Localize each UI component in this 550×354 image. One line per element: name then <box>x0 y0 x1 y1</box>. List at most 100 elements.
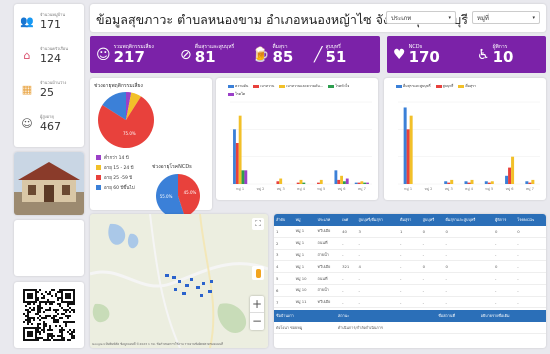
legend-swatch <box>228 84 234 88</box>
qr-module <box>65 309 67 311</box>
column-header[interactable]: ชื่อบ้านเก่า <box>274 310 336 323</box>
qr-code[interactable] <box>14 282 84 348</box>
table-cell: - <box>397 284 421 297</box>
qr-module <box>37 323 39 325</box>
qr-module <box>61 317 63 319</box>
legend-text: โรคหัวใจ <box>335 84 350 88</box>
table-row[interactable]: 3 หมู่ 1 ถ่ายน้ำ - - - - - - - <box>274 249 546 262</box>
table-row[interactable]: 7 หมู่ 11 ทวีปเอีย - - - - - - - <box>274 296 546 309</box>
bar-legend-item[interactable]: ดื่มสุราและสูบบุหรี่ <box>396 83 431 89</box>
table-row[interactable]: 6 หมู่ 10 ถ่ายน้ำ - - - - - - - <box>274 284 546 297</box>
bar-legend-item[interactable]: โรคไต <box>228 91 245 97</box>
qr-module <box>69 333 71 335</box>
column-header[interactable]: หมู่ <box>293 214 316 226</box>
qr-module <box>33 309 35 311</box>
zoom-out-button[interactable]: − <box>250 313 264 330</box>
village-map[interactable]: ⛶ + − Google แป้นพิมพ์ลัด ข้อมูลแผนที่ ©… <box>90 214 268 348</box>
bar-legend-item[interactable]: เบาหวาน <box>253 83 274 89</box>
column-header[interactable]: ชื่อสถานที่ <box>436 310 479 323</box>
column-header[interactable]: สูบบุหรี่/ดื่มสุรา <box>356 214 398 226</box>
column-header[interactable]: ผู้พิการ <box>493 214 516 226</box>
qr-module <box>43 301 45 303</box>
pie-legend-item: ต่ำกว่า 14 ปี <box>96 154 135 161</box>
fullscreen-button[interactable]: ⛶ <box>252 218 264 230</box>
legend-text: เบาหวาน <box>260 84 275 88</box>
qr-module <box>71 309 73 311</box>
qr-module <box>59 305 61 307</box>
bar-legend-item[interactable]: ดื่มสุรา <box>458 83 476 89</box>
stat-value: 171 <box>40 18 61 31</box>
qr-module <box>25 309 27 311</box>
chevron-down-icon: ▾ <box>448 14 451 21</box>
qr-module <box>61 327 63 329</box>
bar <box>406 129 410 184</box>
store-icon: ▦ <box>21 82 33 96</box>
qr-module <box>27 323 29 325</box>
bar-legend-item[interactable]: เบาหวานและความดัน... <box>279 83 323 89</box>
legend-swatch <box>328 84 335 88</box>
home-data-table: ชื่อบ้านเก่า สถานะ ชื่อสถานที่ อธิบายรายชื่… <box>274 310 546 335</box>
bar-legend-item[interactable]: โรคหัวใจ <box>328 83 349 89</box>
x-tick-label: หมู่ 4 <box>297 187 306 191</box>
type-filter-dropdown[interactable]: ประเภท ▾ <box>386 11 456 24</box>
qr-module <box>39 323 41 325</box>
stat-0: 👥 จำนวนหมู่บ้าน 171 <box>14 4 84 38</box>
qr-module <box>53 321 55 323</box>
table-row[interactable]: 1 หมู่ 1 ทวีปเอีย 40 3 1 0 0 0 0 <box>274 226 546 238</box>
qr-module <box>39 327 41 329</box>
pie2-title: ช่วงอายุโรคNCDs <box>152 164 192 170</box>
qr-module <box>39 303 41 305</box>
qr-module <box>63 339 65 341</box>
band-item-0: ☺ รวมพฤติกรรมเสี่ยง 217 <box>90 36 174 73</box>
village-filter-dropdown[interactable]: หมู่ที่ ▾ <box>472 11 540 24</box>
qr-module <box>47 309 49 311</box>
qr-module <box>37 309 39 311</box>
header-bar: ข้อมูลสุขภาวะ ตำบลหนองขาม อำเภอหนองหญ้าไ… <box>90 4 546 32</box>
bar-legend-item[interactable]: สูบบุหรี่ <box>435 83 453 89</box>
table-row[interactable]: 5 หมู่ 10 ถนนที่ - - - - - - - <box>274 272 546 285</box>
qr-module <box>69 307 71 309</box>
zoom-in-button[interactable]: + <box>250 296 264 313</box>
table-cell: - <box>340 272 357 285</box>
qr-module <box>57 339 59 341</box>
qr-module <box>43 321 45 323</box>
column-header[interactable]: โรคNCDs <box>515 214 546 226</box>
table-cell: 4 <box>356 260 398 274</box>
qr-module <box>63 337 65 339</box>
table-row[interactable]: 2 หมู่ 1 ถนนที่ - - - - - - - <box>274 237 546 250</box>
column-header[interactable]: ดื่มสุราและสูบบุหรี่ <box>443 214 494 226</box>
column-header[interactable]: เพศ <box>340 214 357 226</box>
table-cell: - <box>420 284 444 297</box>
map-canvas[interactable] <box>90 214 268 348</box>
qr-module <box>65 311 67 313</box>
table-cell: ทวีปเอีย <box>315 226 341 238</box>
table-cell: - <box>356 237 398 250</box>
table-row[interactable]: 4 หมู่ 1 ทวีปเอีย 321 4-0 0 0- <box>274 260 546 274</box>
column-header[interactable]: ดื่มสุรา <box>397 214 421 226</box>
table-cell: - <box>493 249 516 262</box>
column-header[interactable]: ลำดับ <box>274 214 294 226</box>
qr-module <box>27 309 29 311</box>
qr-module <box>51 289 53 291</box>
street-view-icon[interactable] <box>252 266 264 280</box>
column-header[interactable]: สถานะ <box>335 310 437 323</box>
qr-module <box>33 319 35 321</box>
qr-module <box>71 335 73 337</box>
table-row[interactable]: ดังโงนา ซอยหมู ดำเนินการ/กำลังดำเนินการ <box>274 322 546 335</box>
column-header[interactable]: อธิบายรายชื่อเดิม <box>478 310 546 323</box>
qr-module <box>39 331 41 333</box>
qr-module <box>57 309 59 311</box>
column-header[interactable]: ประเภท <box>315 214 341 226</box>
qr-module <box>59 331 61 333</box>
qr-module <box>55 339 57 341</box>
table-cell: - <box>515 284 546 297</box>
qr-module <box>47 299 49 301</box>
table-cell: - <box>443 272 494 285</box>
table-cell: ดำเนินการ/กำลังดำเนินการ <box>335 322 437 335</box>
qr-module <box>37 329 39 331</box>
bar <box>487 182 491 184</box>
qr-module <box>49 301 51 303</box>
bar-legend-item[interactable]: ความดัน <box>228 83 248 89</box>
column-header[interactable]: สูบบุหรี่ <box>420 214 444 226</box>
qr-module <box>49 309 51 311</box>
